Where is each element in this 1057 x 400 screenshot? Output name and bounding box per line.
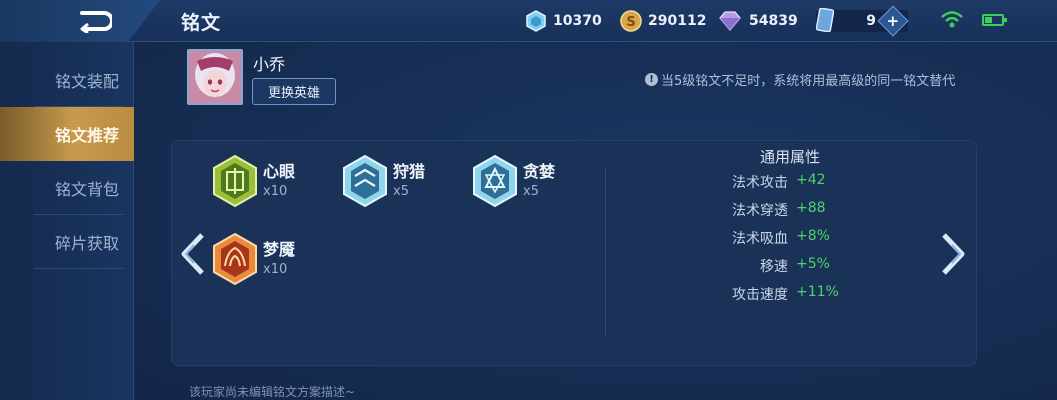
gem-icon <box>526 10 546 32</box>
rune-item-mengyan[interactable]: 梦魇 x10 <box>211 232 295 286</box>
card-count: 9 <box>866 13 876 29</box>
previous-page-arrow-icon[interactable] <box>178 233 206 275</box>
rune-count: x5 <box>523 184 539 199</box>
blue-rune-icon <box>343 154 387 208</box>
sidebar-item-rune-bag[interactable]: 铭文背包 <box>0 161 134 215</box>
attribute-value: +88 <box>796 200 826 216</box>
sidebar-item-label: 碎片获取 <box>55 234 120 253</box>
attribute-row: 法术吸血 +8% <box>700 228 900 248</box>
hero-name: 小乔 <box>253 55 286 74</box>
green-rune-icon <box>213 154 257 208</box>
add-card-button[interactable]: + <box>877 5 909 37</box>
card-counter: 9 + <box>816 5 909 37</box>
attribute-name: 法术穿透 <box>732 203 788 219</box>
rune-name: 心眼 <box>263 162 296 181</box>
gem-count: 10370 <box>553 13 602 29</box>
back-arrow-icon <box>80 11 112 33</box>
gem-counter: 10370 <box>525 10 602 32</box>
info-icon: ! <box>645 73 658 86</box>
gold-coin-icon: S <box>620 10 642 32</box>
rune-name: 贪婪 <box>523 162 556 181</box>
attribute-value: +11% <box>796 284 839 300</box>
attribute-name: 法术攻击 <box>732 175 788 191</box>
sidebar-item-rune-equip[interactable]: 铭文装配 <box>0 53 134 107</box>
rune-card-icon <box>816 8 834 32</box>
rune-name: 狩猎 <box>393 162 426 181</box>
rune-item-xinyan[interactable]: 心眼 x10 <box>211 154 295 208</box>
rune-item-tanlan[interactable]: 贪婪 x5 <box>471 154 555 208</box>
attribute-row: 移速 +5% <box>700 256 900 276</box>
attributes-title: 通用属性 <box>759 148 820 166</box>
crystal-icon <box>719 11 741 31</box>
attribute-value: +42 <box>796 172 826 188</box>
rune-count: x5 <box>393 184 409 199</box>
attribute-name: 攻击速度 <box>732 287 788 303</box>
crystal-count: 54839 <box>749 13 798 29</box>
rune-item-shoulie[interactable]: 狩猎 x5 <box>341 154 425 208</box>
attribute-row: 法术穿透 +88 <box>700 200 900 220</box>
sidebar-item-fragment-obtain[interactable]: 碎片获取 <box>0 215 134 269</box>
battery-icon <box>982 14 1007 26</box>
svg-text:S: S <box>626 15 635 30</box>
panel-divider <box>605 168 606 336</box>
sidebar-item-rune-recommend[interactable]: 铭文推荐 <box>0 107 134 161</box>
red-rune-icon <box>213 232 257 286</box>
notice-text: 当5级铭文不足时，系统将用最高级的同一铭文替代 <box>661 74 956 89</box>
coin-count: 290112 <box>648 13 707 29</box>
rune-name: 梦魇 <box>263 240 296 259</box>
page-title: 铭文 <box>181 12 222 34</box>
wifi-icon <box>941 11 963 28</box>
sidebar-item-label: 铭文推荐 <box>55 126 120 145</box>
blue-rune-icon <box>473 154 517 208</box>
sidebar: 铭文装配 铭文推荐 铭文背包 碎片获取 <box>0 42 134 400</box>
back-button[interactable] <box>0 0 160 42</box>
rune-count: x10 <box>263 262 288 277</box>
rune-notice: ! 当5级铭文不足时，系统将用最高级的同一铭文替代 <box>645 70 955 89</box>
attribute-value: +5% <box>796 256 830 272</box>
hero-portrait-icon <box>189 51 241 103</box>
plus-icon: + <box>886 11 900 30</box>
crystal-counter: 54839 <box>717 10 798 32</box>
coin-counter: S 290112 <box>620 10 706 32</box>
attribute-name: 法术吸血 <box>732 231 788 247</box>
attribute-name: 移速 <box>760 259 788 275</box>
sidebar-item-label: 铭文背包 <box>55 180 120 199</box>
divider <box>34 268 124 269</box>
attribute-row: 法术攻击 +42 <box>700 172 900 192</box>
hero-avatar <box>187 49 243 105</box>
top-bar: 铭文 10370 S 290112 54839 9 + <box>0 0 1057 42</box>
change-hero-button[interactable]: 更换英雄 <box>252 78 336 105</box>
attribute-row: 攻击速度 +11% <box>700 284 900 304</box>
rune-count: x10 <box>263 184 288 199</box>
plan-description-note: 该玩家尚未编辑铭文方案描述~ <box>189 385 356 399</box>
next-page-arrow-icon[interactable] <box>940 233 968 275</box>
attribute-value: +8% <box>796 228 830 244</box>
sidebar-item-label: 铭文装配 <box>55 72 120 91</box>
